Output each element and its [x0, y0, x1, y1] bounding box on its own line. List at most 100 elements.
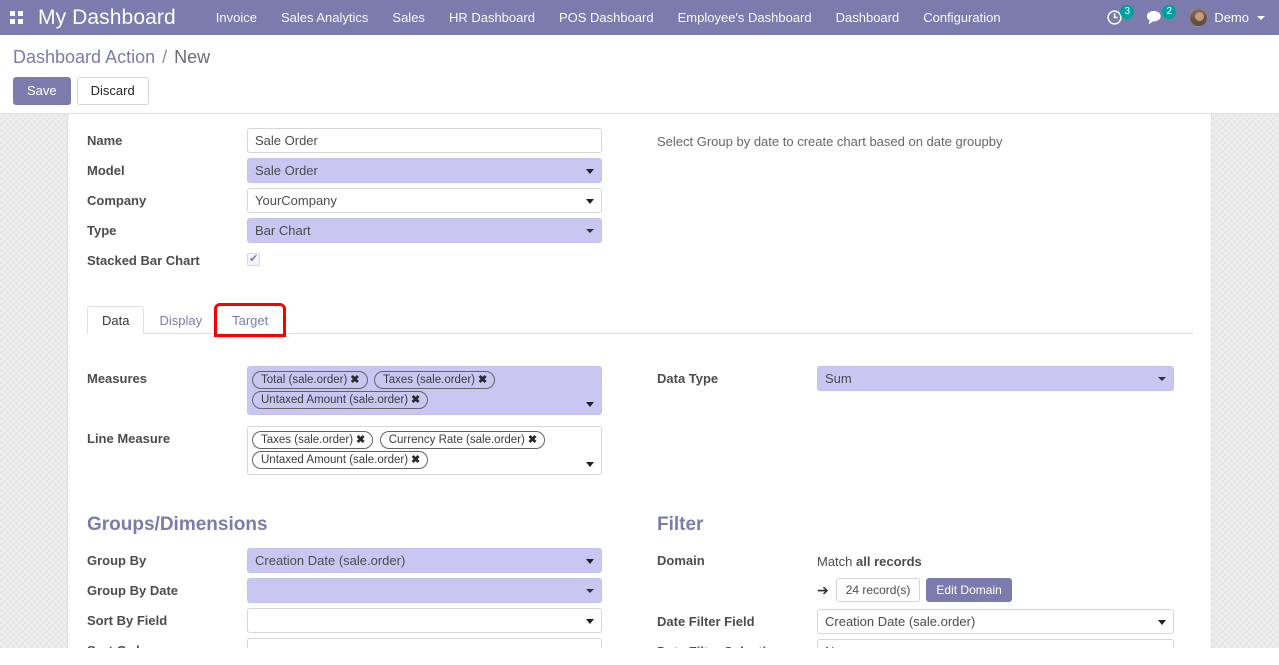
field-row-group-by: Group By Creation Date (sale.order): [87, 548, 639, 573]
domain-match-line: Match all records: [817, 548, 1193, 571]
domain-match-value: all records: [856, 554, 922, 569]
sort-order-label: Sort Order: [87, 638, 247, 648]
right-margin: [1211, 114, 1279, 648]
edit-domain-button[interactable]: Edit Domain: [926, 578, 1012, 602]
tag-label: Taxes (sale.order): [382, 374, 476, 386]
filter-section: Filter Domain Match all records ➔ 24 rec…: [657, 480, 1193, 648]
tab-data[interactable]: Data: [87, 306, 145, 334]
user-menu[interactable]: Demo: [1179, 0, 1271, 35]
stacked-bar-chart-label: Stacked Bar Chart: [87, 253, 200, 268]
type-select[interactable]: Bar Chart: [247, 218, 602, 243]
remove-tag-icon[interactable]: ✖: [478, 374, 487, 386]
sort-by-field-select[interactable]: [247, 608, 602, 633]
top-form-columns: Name Sale Order Model Sale Order Company…: [87, 128, 1193, 277]
remove-tag-icon[interactable]: ✖: [411, 394, 420, 406]
tag-item[interactable]: Untaxed Amount (sale.order) ✖: [252, 391, 429, 409]
groupby-date-hint: Select Group by date to create chart bas…: [657, 134, 1003, 149]
apps-grid-icon: [9, 11, 23, 24]
discard-button[interactable]: Discard: [76, 77, 149, 105]
tab-target[interactable]: Target: [214, 303, 287, 337]
nav-item-hr-dashboard[interactable]: HR Dashboard: [437, 0, 547, 35]
remove-tag-icon[interactable]: ✖: [528, 434, 537, 446]
form-left-column: Name Sale Order Model Sale Order Company…: [87, 128, 639, 277]
tag-item[interactable]: Taxes (sale.order) ✖: [373, 371, 496, 389]
tag-label: Total (sale.order): [261, 374, 348, 386]
tag-item[interactable]: Untaxed Amount (sale.order) ✖: [252, 451, 429, 469]
line-measure-label: Line Measure: [87, 431, 171, 446]
save-button[interactable]: Save: [13, 77, 71, 105]
main-menu: Invoice Sales Analytics Sales HR Dashboa…: [204, 0, 1013, 35]
chevron-down-icon: [1158, 619, 1166, 625]
tab-display[interactable]: Display: [144, 306, 217, 334]
tag-item[interactable]: Total (sale.order) ✖: [252, 371, 368, 389]
nav-item-dashboard[interactable]: Dashboard: [824, 0, 912, 35]
field-row-stacked-bar-chart: Stacked Bar Chart ✔: [87, 248, 639, 272]
nav-item-configuration[interactable]: Configuration: [911, 0, 1012, 35]
line-measure-tag-input[interactable]: Taxes (sale.order) ✖ Currency Rate (sale.…: [247, 426, 602, 475]
chevron-down-icon: [1257, 15, 1265, 20]
group-by-label: Group By: [87, 553, 147, 568]
tag-label: Taxes (sale.order): [261, 434, 354, 446]
tag-label: Currency Rate (sale.order): [388, 434, 525, 446]
chevron-down-icon: [586, 228, 594, 233]
name-label: Name: [87, 133, 123, 148]
record-count-button[interactable]: 24 record(s): [835, 578, 921, 602]
data-type-select[interactable]: Sum: [817, 366, 1174, 391]
field-row-model: Model Sale Order: [87, 158, 639, 183]
date-filter-field-select[interactable]: Creation Date (sale.order): [817, 609, 1174, 634]
company-select[interactable]: YourCompany: [247, 188, 602, 213]
model-select[interactable]: Sale Order: [247, 158, 602, 183]
field-row-company: Company YourCompany: [87, 188, 639, 213]
breadcrumb: Dashboard Action / New: [0, 43, 1279, 68]
domain-label: Domain: [657, 553, 705, 568]
tag-item[interactable]: Taxes (sale.order) ✖: [252, 431, 374, 449]
nav-item-sales-analytics[interactable]: Sales Analytics: [269, 0, 380, 35]
top-navbar: My Dashboard Invoice Sales Analytics Sal…: [0, 0, 1279, 35]
sort-by-field-label: Sort By Field: [87, 613, 168, 628]
group-by-select[interactable]: Creation Date (sale.order): [247, 548, 602, 573]
activity-count-badge: 3: [1120, 5, 1135, 19]
remove-tag-icon[interactable]: ✖: [411, 454, 420, 466]
tag-item[interactable]: Currency Rate (sale.order) ✖: [379, 431, 546, 449]
tag-label: Untaxed Amount (sale.order): [261, 394, 409, 406]
group-by-date-select[interactable]: [247, 578, 602, 603]
nav-item-invoice[interactable]: Invoice: [204, 0, 269, 35]
model-label: Model: [87, 163, 125, 178]
notebook-tabs: Data Display Target: [87, 303, 1193, 337]
sections-columns: Groups/Dimensions Group By Creation Date…: [87, 480, 1193, 648]
field-row-type: Type Bar Chart: [87, 218, 639, 243]
measures-tag-input[interactable]: Total (sale.order) ✖ Taxes (sale.order) ✖ …: [247, 366, 602, 415]
activity-menu-button[interactable]: 3: [1097, 0, 1135, 35]
nav-item-sales[interactable]: Sales: [380, 0, 437, 35]
user-name-label: Demo: [1214, 10, 1249, 25]
date-filter-field-value: Creation Date (sale.order): [825, 614, 976, 629]
date-filter-selection-label: Date Filter Selection: [657, 639, 817, 648]
nav-item-pos-dashboard[interactable]: POS Dashboard: [547, 0, 666, 35]
measures-label: Measures: [87, 371, 147, 386]
messages-count-badge: 2: [1162, 5, 1177, 19]
nav-item-employees-dashboard[interactable]: Employee's Dashboard: [666, 0, 824, 35]
field-row-name: Name Sale Order: [87, 128, 639, 153]
control-panel-buttons: Save Discard: [0, 68, 1279, 105]
chevron-down-icon: [586, 462, 594, 467]
chevron-down-icon: [1158, 376, 1166, 381]
groups-dimensions-title: Groups/Dimensions: [87, 514, 268, 535]
check-icon: ✔: [249, 253, 259, 265]
model-value: Sale Order: [255, 163, 318, 178]
breadcrumb-separator: /: [162, 47, 168, 67]
breadcrumb-root[interactable]: Dashboard Action: [13, 47, 155, 67]
data-tab-right: Data Type Sum: [657, 366, 1193, 480]
stacked-bar-chart-checkbox[interactable]: ✔: [247, 253, 260, 266]
type-value: Bar Chart: [255, 223, 311, 238]
brand-title: My Dashboard: [38, 5, 176, 29]
date-filter-selection-value: None: [825, 644, 856, 648]
company-value: YourCompany: [255, 193, 337, 208]
remove-tag-icon[interactable]: ✖: [350, 374, 359, 386]
messages-menu-button[interactable]: 2: [1137, 0, 1177, 35]
date-filter-selection-select[interactable]: None: [817, 639, 1174, 648]
name-input[interactable]: Sale Order: [247, 128, 602, 153]
apps-menu-button[interactable]: [0, 0, 32, 35]
sort-order-select[interactable]: [247, 638, 602, 648]
remove-tag-icon[interactable]: ✖: [356, 434, 365, 446]
field-row-measures: Measures Total (sale.order) ✖ Taxes (sale…: [87, 366, 639, 415]
